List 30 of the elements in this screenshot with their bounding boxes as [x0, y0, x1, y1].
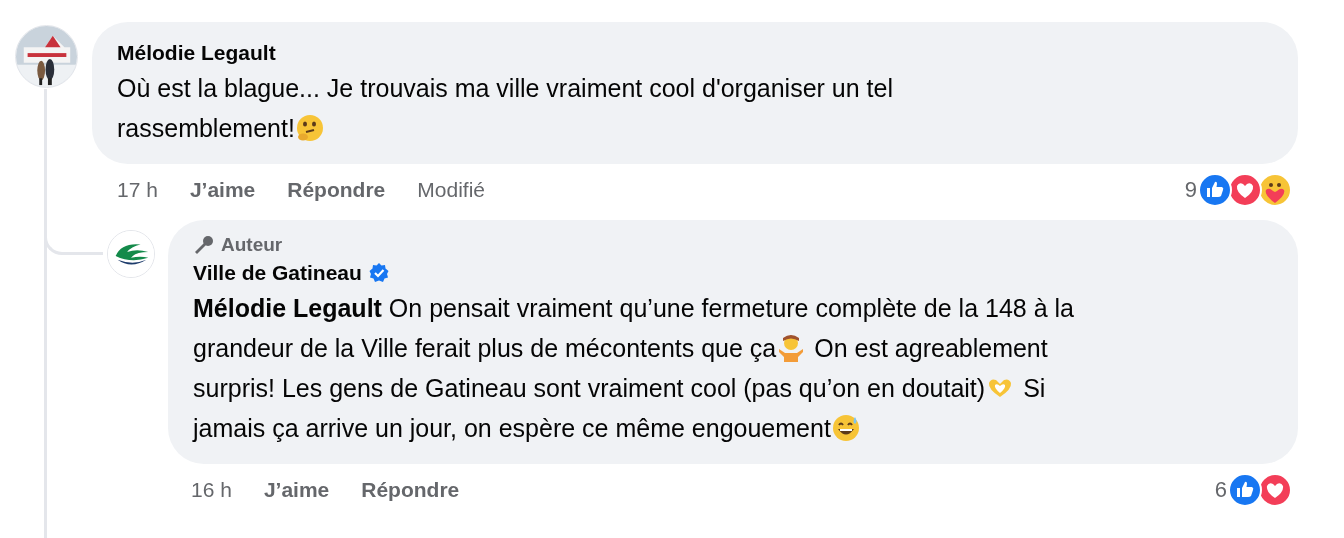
action-link[interactable]: Répondre — [361, 478, 460, 502]
like-reaction-icon — [1228, 473, 1262, 507]
role-label: Auteur — [221, 233, 283, 257]
love-reaction-icon — [1228, 173, 1262, 207]
reaction-count[interactable]: 9 — [1184, 177, 1197, 203]
love-reaction-icon — [1258, 473, 1292, 507]
comment-text: On est agreablement — [814, 333, 1048, 364]
comment-text: grandeur de la Ville ferait plus de mécontents que ça — [193, 333, 777, 364]
reaction-count[interactable]: 6 — [1214, 477, 1227, 503]
action-link[interactable]: Répondre — [287, 178, 386, 202]
mention-link[interactable]: Mélodie Legault — [193, 288, 382, 328]
comment-text: surpris! Les gens de Gatineau sont vraiment cool (pas qu’on en doutait) — [193, 373, 986, 404]
microphone-icon — [193, 234, 215, 256]
action-link[interactable]: J’aime — [263, 478, 330, 502]
grinning-sweat-face-icon — [830, 413, 861, 443]
author-name[interactable]: Mélodie Legault — [117, 38, 276, 68]
thinking-face-icon — [294, 113, 325, 143]
city-logo — [108, 231, 154, 277]
comment-text: On pensait vraiment qu’une fermeture complète de la 148 à la — [387, 293, 1074, 324]
timestamp[interactable]: 16 h — [191, 478, 232, 502]
comment-text: rassemblement! — [117, 113, 295, 144]
comment-text: Si — [1023, 373, 1046, 404]
comment-text: jamais ça arrive un jour, on espère ce même engouement — [193, 413, 831, 444]
like-reaction-icon — [1198, 173, 1232, 207]
action-link[interactable]: J’aime — [189, 178, 256, 202]
care-reaction-icon — [1258, 173, 1292, 207]
timestamp[interactable]: 17 h — [117, 178, 158, 202]
comment-text: Où est la blague... Je trouvais ma ville vraiment cool d'organiser un tel — [117, 73, 893, 104]
edited-label: Modifié — [417, 178, 485, 202]
author-name[interactable]: Ville de Gatineau — [193, 258, 362, 288]
